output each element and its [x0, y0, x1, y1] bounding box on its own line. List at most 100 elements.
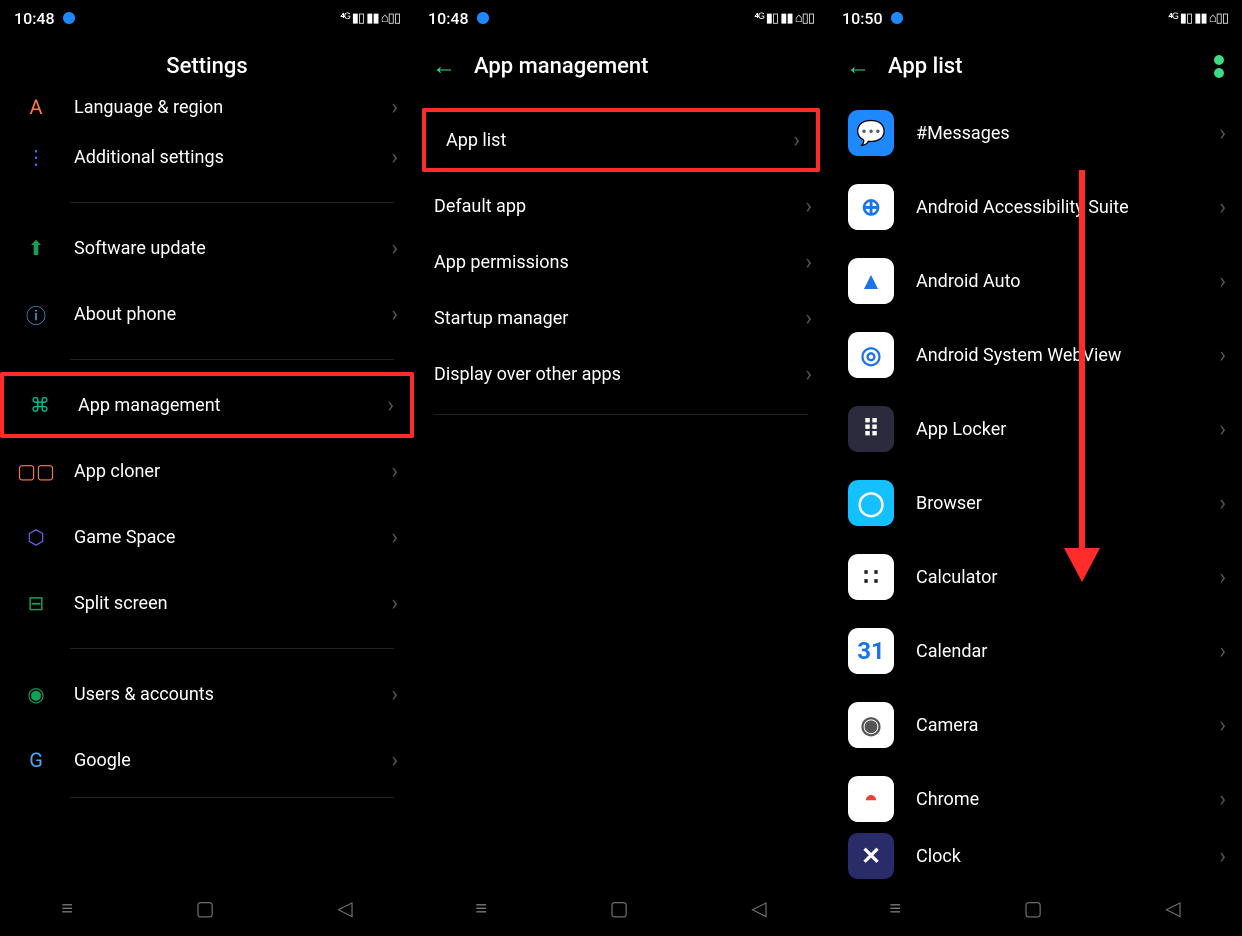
chevron-right-icon: ›: [1219, 844, 1226, 869]
chevron-right-icon: ›: [805, 250, 812, 275]
mgmt-item-display-over-other-apps[interactable]: Display over other apps›: [414, 346, 828, 402]
app-item-android-system-webview[interactable]: ◎Android System WebView›: [828, 318, 1242, 392]
phone-app-list: 10:50 ⁴ᴳ ▮▯ ▮▮ ⌂▯▯ ← App list 💬#Messages…: [828, 0, 1242, 936]
nav-home-icon[interactable]: ▢: [196, 896, 215, 920]
nav-bar: ≡ ▢ ◁: [414, 880, 828, 936]
settings-item-about-phone[interactable]: ⓘAbout phone›: [0, 281, 414, 347]
settings-item-google[interactable]: GGoogle›: [0, 727, 414, 793]
language-region-icon: A: [20, 91, 52, 123]
settings-item-label: Software update: [74, 238, 391, 259]
header: ← App list: [828, 36, 1242, 96]
chevron-right-icon: ›: [1219, 713, 1226, 738]
phone-settings: 10:48 ⁴ᴳ ▮▯ ▮▮ ⌂▯▯ Settings ALanguage & …: [0, 0, 414, 936]
messages-icon: 💬: [848, 110, 894, 156]
chevron-right-icon: ›: [391, 682, 398, 707]
calendar-icon: 31: [848, 628, 894, 674]
back-arrow-icon[interactable]: ←: [846, 54, 870, 78]
mgmt-item-label: Display over other apps: [434, 364, 805, 385]
nav-menu-icon[interactable]: ≡: [475, 896, 487, 921]
settings-item-users-accounts[interactable]: ◉Users & accounts›: [0, 661, 414, 727]
nav-back-icon[interactable]: ◁: [751, 896, 766, 920]
nav-menu-icon[interactable]: ≡: [61, 896, 73, 921]
settings-item-software-update[interactable]: ⬆ Software update›: [0, 215, 414, 281]
settings-item-additional-settings[interactable]: ⋮Additional settings›: [0, 124, 414, 190]
page-title: Settings: [0, 36, 414, 96]
chevron-right-icon: ›: [1219, 417, 1226, 442]
app-item-calculator[interactable]: ∷Calculator›: [828, 540, 1242, 614]
settings-item-label: Additional settings: [74, 147, 391, 168]
app-item-browser[interactable]: ◯Browser›: [828, 466, 1242, 540]
nav-back-icon[interactable]: ◁: [1165, 896, 1180, 920]
app-item-chrome[interactable]: ◓Chrome›: [828, 762, 1242, 836]
status-bar: 10:48 ⁴ᴳ ▮▯ ▮▮ ⌂▯▯: [414, 0, 828, 36]
software-update-icon: ⬆: [20, 232, 52, 264]
chevron-right-icon: ›: [1219, 639, 1226, 664]
nav-back-icon[interactable]: ◁: [337, 896, 352, 920]
camera-icon: ◉: [848, 702, 894, 748]
settings-item-split-screen[interactable]: ⊟ Split screen›: [0, 570, 414, 636]
settings-item-label: Split screen: [74, 593, 391, 614]
notification-dot-icon: [891, 12, 903, 24]
chevron-right-icon: ›: [805, 306, 812, 331]
app-item-label: App Locker: [916, 419, 1219, 440]
app-item-calendar[interactable]: 31 Calendar›: [828, 614, 1242, 688]
app-item-android-auto[interactable]: ▲Android Auto›: [828, 244, 1242, 318]
settings-item-game-space[interactable]: ⬡Game Space›: [0, 504, 414, 570]
status-indicators: ⁴ᴳ ▮▯ ▮▮ ⌂▯▯: [1168, 10, 1228, 26]
accessibility-icon: ⊕: [848, 184, 894, 230]
settings-item-label: Google: [74, 750, 391, 771]
more-options-icon[interactable]: [1214, 55, 1224, 78]
app-list: 💬#Messages› ⊕ Android Accessibility Suite ›…: [828, 96, 1242, 876]
mgmt-item-app-list[interactable]: App list›: [426, 112, 816, 168]
nav-home-icon[interactable]: ▢: [1024, 896, 1043, 920]
split-screen-icon: ⊟: [20, 587, 52, 619]
nav-home-icon[interactable]: ▢: [610, 896, 629, 920]
settings-item-app-cloner[interactable]: ▢▢App cloner›: [0, 438, 414, 504]
mgmt-item-default-app[interactable]: Default app›: [414, 178, 828, 234]
chevron-right-icon: ›: [391, 95, 398, 120]
mgmt-item-label: App permissions: [434, 252, 805, 273]
app-locker-icon: ⠿: [848, 406, 894, 452]
settings-list: ALanguage & region›⋮Additional settings›…: [0, 90, 414, 798]
app-item-android-accessibility-suite[interactable]: ⊕Android Accessibility Suite›: [828, 170, 1242, 244]
mgmt-item-label: Default app: [434, 196, 805, 217]
browser-icon: ◯: [848, 480, 894, 526]
mgmt-item-app-permissions[interactable]: App permissions›: [414, 234, 828, 290]
mgmt-item-label: Startup manager: [434, 308, 805, 329]
app-item-camera[interactable]: ◉ Camera›: [828, 688, 1242, 762]
notification-dot-icon: [477, 12, 489, 24]
page-title: App management: [474, 54, 649, 79]
chevron-right-icon: ›: [391, 145, 398, 170]
app-item-label: Android Accessibility Suite: [916, 197, 1219, 218]
chevron-right-icon: ›: [391, 302, 398, 327]
game-space-icon: ⬡: [20, 521, 52, 553]
settings-item-label: Users & accounts: [74, 684, 391, 705]
chevron-right-icon: ›: [391, 236, 398, 261]
app-item-label: Camera: [916, 715, 1219, 736]
chevron-right-icon: ›: [391, 525, 398, 550]
settings-item-language-region[interactable]: ALanguage & region›: [0, 90, 414, 124]
app-cloner-icon: ▢▢: [20, 455, 52, 487]
google-icon: G: [20, 744, 52, 776]
settings-item-label: About phone: [74, 304, 391, 325]
app-item-app-locker[interactable]: ⠿ App Locker›: [828, 392, 1242, 466]
status-time: 10:48: [428, 9, 469, 28]
chevron-right-icon: ›: [805, 362, 812, 387]
mgmt-item-startup-manager[interactable]: Startup manager›: [414, 290, 828, 346]
app-item-label: Calendar: [916, 641, 1219, 662]
chevron-right-icon: ›: [391, 459, 398, 484]
back-arrow-icon[interactable]: ←: [432, 54, 456, 78]
chevron-right-icon: ›: [793, 128, 800, 153]
chevron-right-icon: ›: [1219, 269, 1226, 294]
settings-item-app-management[interactable]: ⌘App management›: [0, 372, 414, 438]
app-item-label: Clock: [916, 846, 1219, 867]
nav-bar: ≡ ▢ ◁: [828, 880, 1242, 936]
clock-icon: ✕: [848, 833, 894, 879]
android-auto-icon: ▲: [848, 258, 894, 304]
chevron-right-icon: ›: [391, 591, 398, 616]
app-item-clock[interactable]: ✕ Clock›: [828, 836, 1242, 876]
app-item--messages[interactable]: 💬#Messages›: [828, 96, 1242, 170]
nav-menu-icon[interactable]: ≡: [889, 896, 901, 921]
app-item-label: Chrome: [916, 789, 1219, 810]
chrome-icon: ◓: [848, 776, 894, 822]
